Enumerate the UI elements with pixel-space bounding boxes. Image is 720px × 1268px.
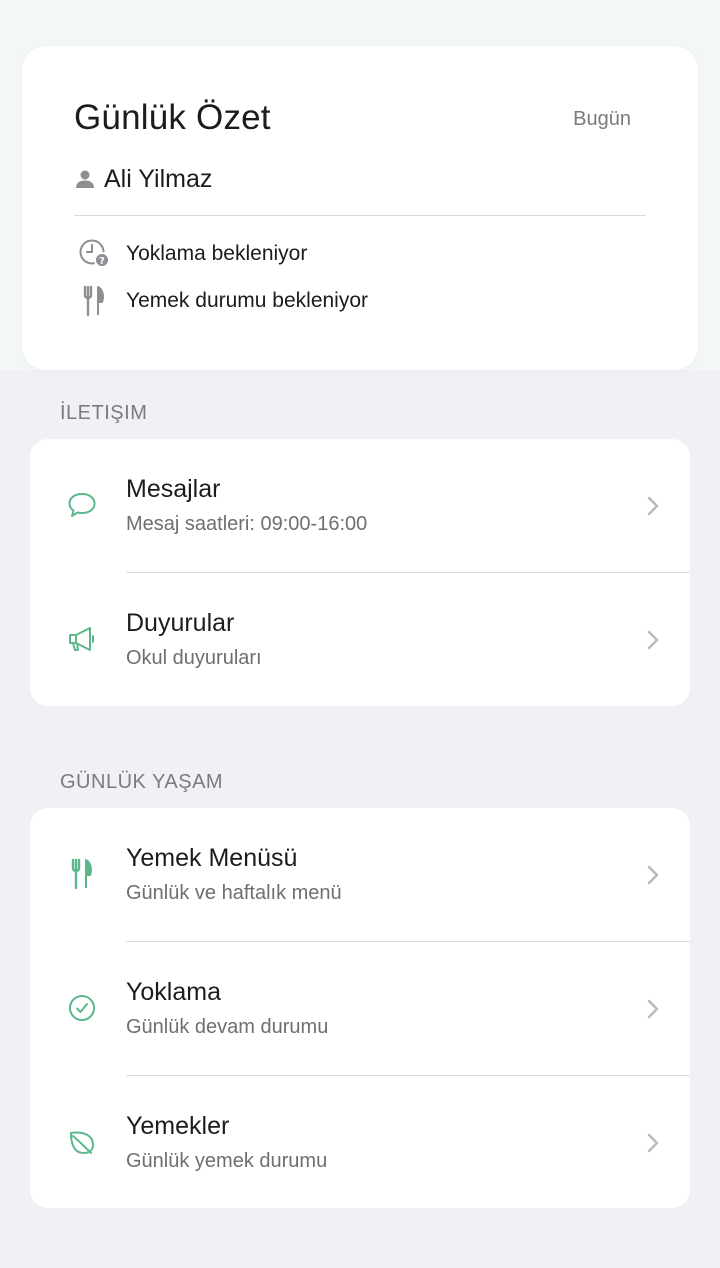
status-meal: Yemek durumu bekleniyor bbox=[78, 284, 368, 318]
status-attendance: ? Yoklama bekleniyor bbox=[78, 237, 307, 271]
chevron-right-icon bbox=[647, 496, 659, 516]
chevron-right-icon bbox=[647, 630, 659, 650]
row-food-menu-title: Yemek Menüsü bbox=[126, 844, 298, 872]
summary-date-label[interactable]: Bugün bbox=[573, 108, 631, 131]
section-header-daily-life: GÜNLÜK YAŞAM bbox=[60, 771, 224, 793]
row-food-menu-subtitle: Günlük ve haftalık menü bbox=[126, 882, 342, 904]
row-messages[interactable]: Mesajlar Mesaj saatleri: 09:00-16:00 bbox=[30, 439, 690, 573]
clock-question-icon: ? bbox=[78, 237, 114, 271]
student-row: Ali Yilmaz bbox=[74, 162, 212, 196]
megaphone-icon bbox=[66, 623, 98, 655]
chevron-right-icon bbox=[647, 999, 659, 1019]
summary-divider bbox=[74, 215, 646, 216]
daily-life-group: Yemek Menüsü Günlük ve haftalık menü Yok… bbox=[30, 808, 690, 1208]
row-announcements-subtitle: Okul duyuruları bbox=[126, 647, 262, 669]
row-messages-subtitle: Mesaj saatleri: 09:00-16:00 bbox=[126, 513, 368, 535]
row-meals[interactable]: Yemekler Günlük yemek durumu bbox=[30, 1076, 690, 1208]
status-meal-text: Yemek durumu bekleniyor bbox=[126, 289, 369, 312]
daily-summary-card: Günlük Özet Bugün Ali Yilmaz ? Yoklama b… bbox=[22, 46, 698, 370]
row-messages-title: Mesajlar bbox=[126, 475, 221, 503]
chevron-right-icon bbox=[647, 865, 659, 885]
row-attendance[interactable]: Yoklama Günlük devam durumu bbox=[30, 942, 690, 1076]
row-food-menu[interactable]: Yemek Menüsü Günlük ve haftalık menü bbox=[30, 808, 690, 942]
row-announcements-title: Duyurular bbox=[126, 609, 235, 637]
fork-knife-icon bbox=[78, 284, 114, 318]
row-attendance-title: Yoklama bbox=[126, 978, 221, 1006]
section-header-communication: İLETIŞIM bbox=[60, 402, 148, 424]
summary-title: Günlük Özet bbox=[74, 98, 271, 137]
svg-text:?: ? bbox=[99, 256, 105, 267]
chevron-right-icon bbox=[647, 1133, 659, 1153]
chat-bubble-icon bbox=[66, 489, 98, 521]
student-name: Ali Yilmaz bbox=[104, 164, 213, 193]
fork-knife-icon bbox=[66, 858, 98, 890]
leaf-icon bbox=[66, 1126, 98, 1158]
row-meals-subtitle: Günlük yemek durumu bbox=[126, 1150, 328, 1172]
row-meals-title: Yemekler bbox=[126, 1112, 230, 1140]
communication-group: Mesajlar Mesaj saatleri: 09:00-16:00 Duy… bbox=[30, 439, 690, 706]
status-attendance-text: Yoklama bekleniyor bbox=[126, 242, 308, 265]
check-circle-icon bbox=[66, 992, 98, 1024]
row-attendance-subtitle: Günlük devam durumu bbox=[126, 1016, 329, 1038]
row-announcements[interactable]: Duyurular Okul duyuruları bbox=[30, 573, 690, 706]
person-icon bbox=[74, 167, 98, 191]
